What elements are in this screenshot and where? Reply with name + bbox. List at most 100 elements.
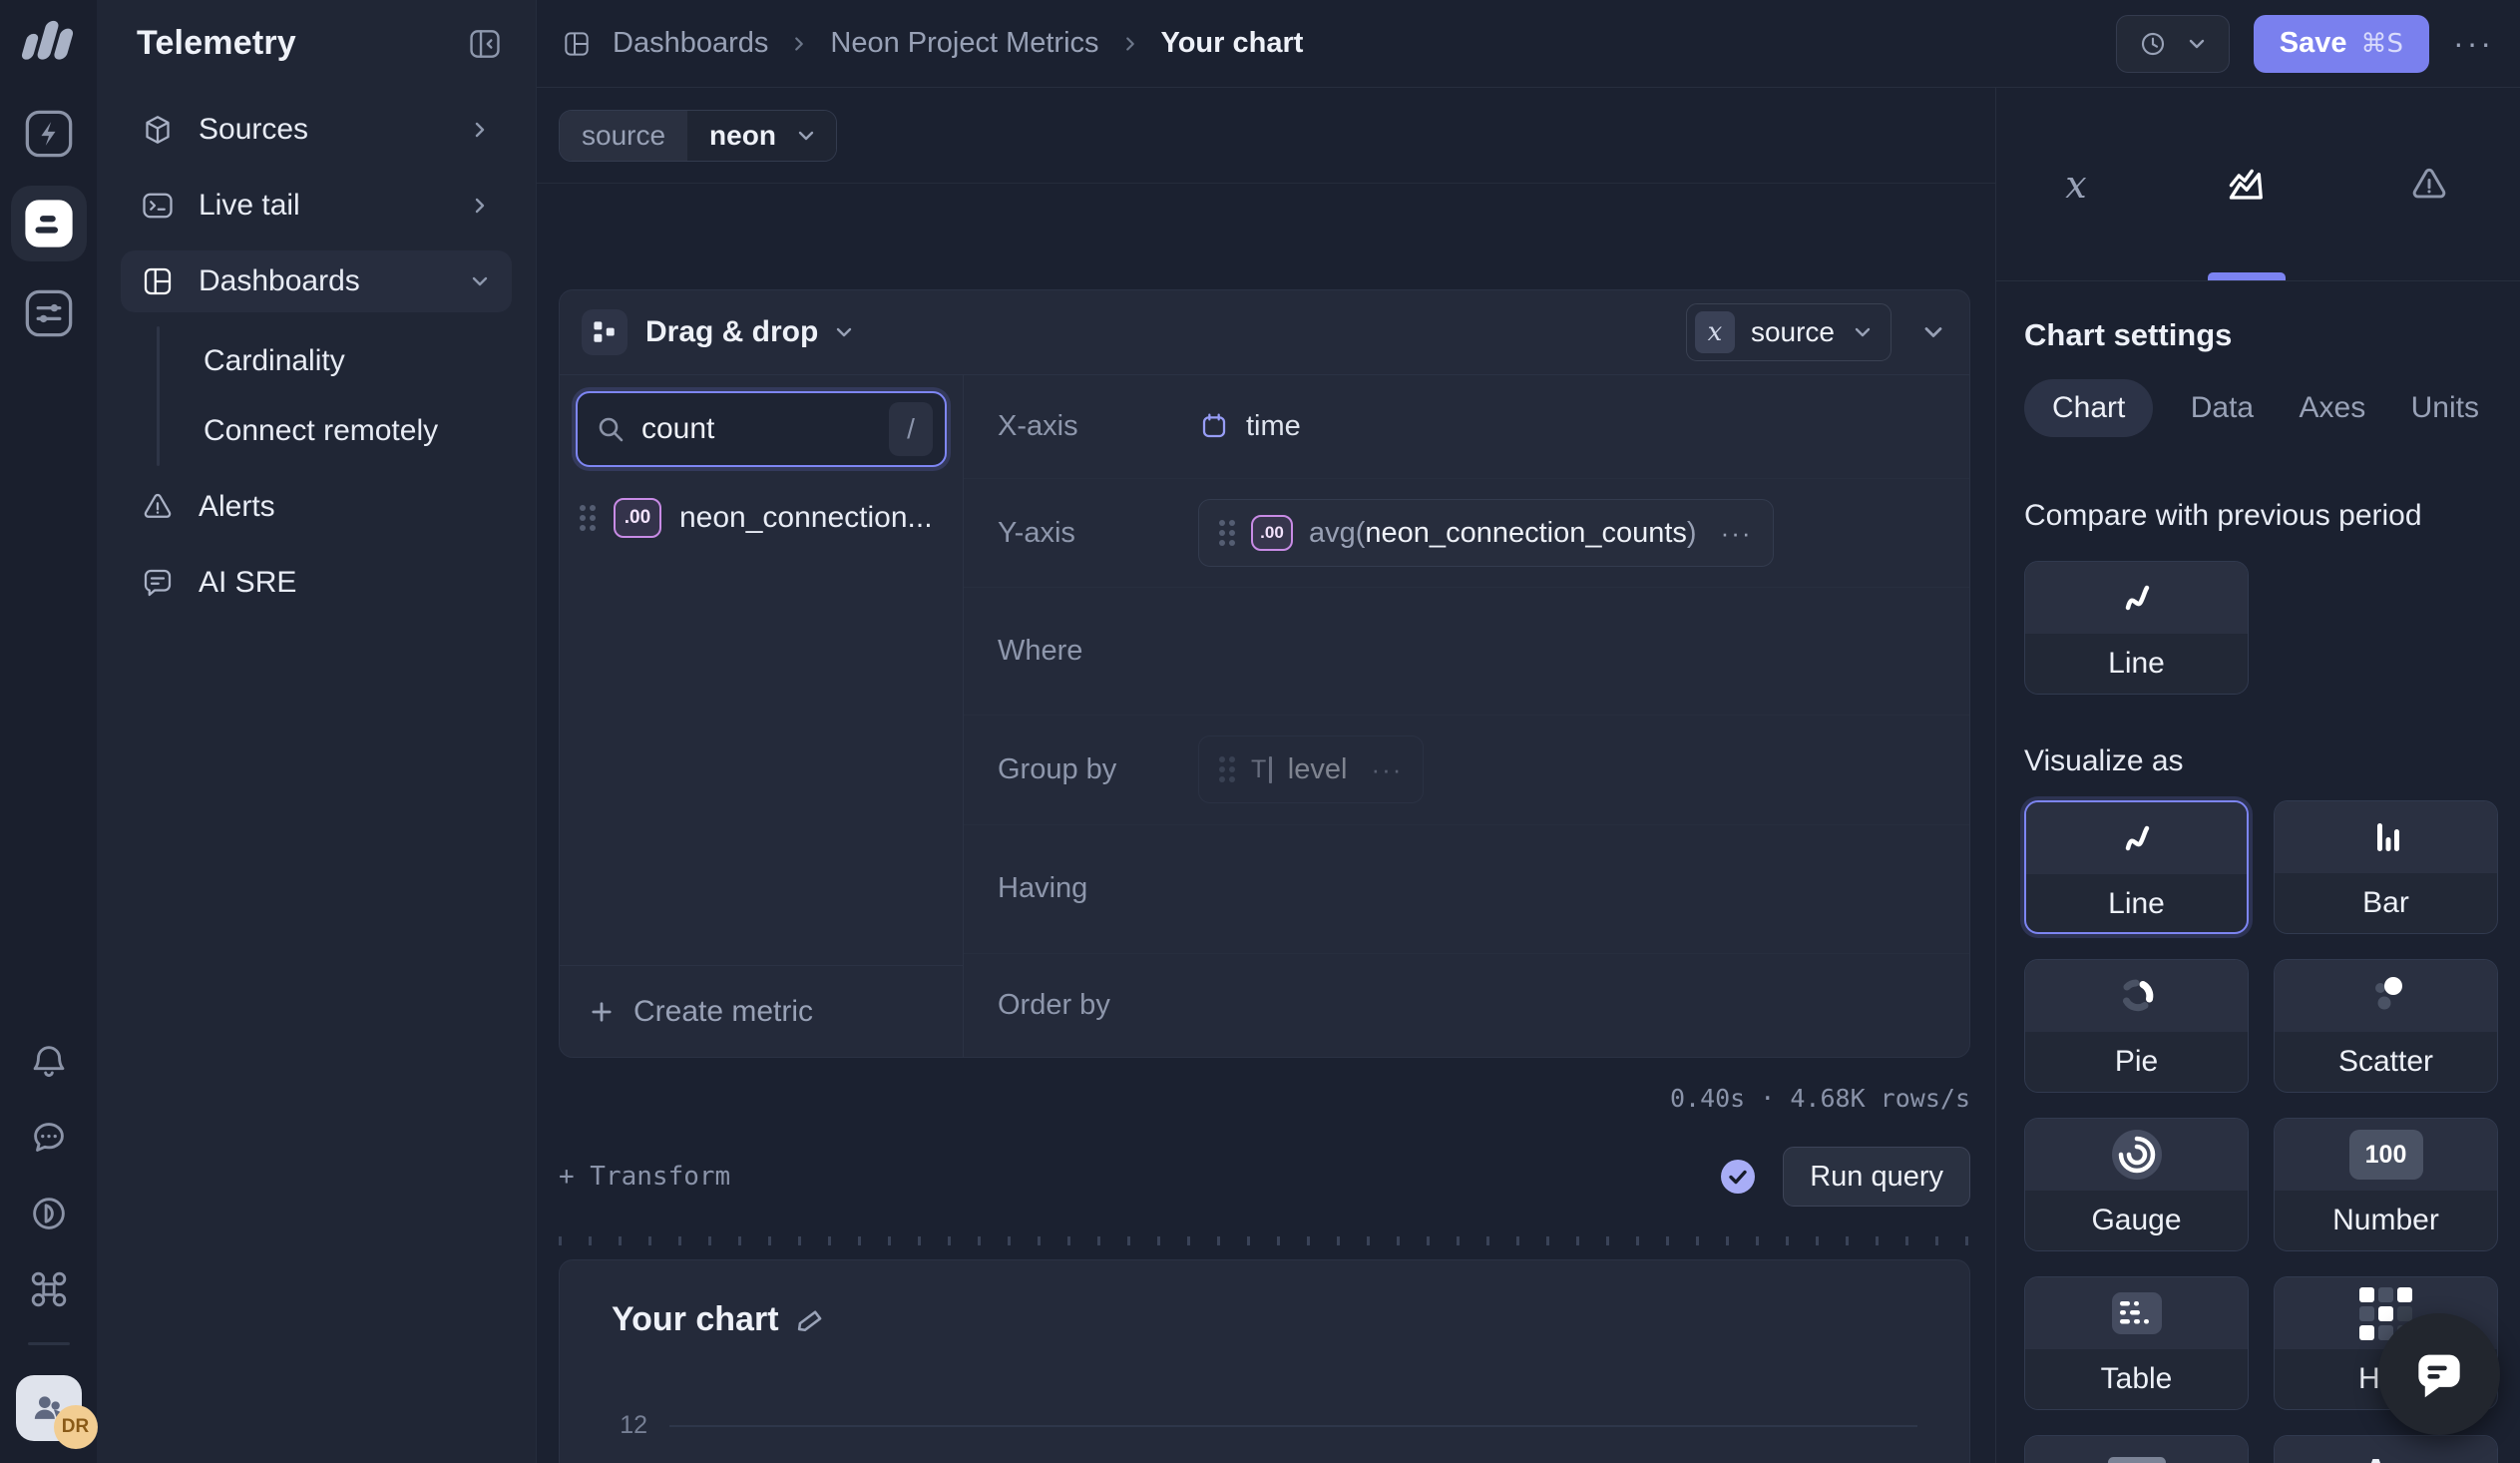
numeric-metric-badge: .00 bbox=[614, 498, 661, 538]
group-by-row: Group by T level ··· bbox=[964, 716, 1969, 825]
rail-divider bbox=[28, 1342, 70, 1345]
search-value: count bbox=[641, 412, 889, 446]
viz-card-bar[interactable]: Bar bbox=[2274, 800, 2498, 934]
y-axis-chip[interactable]: .00 avg(neon_connection_counts) ··· bbox=[1198, 499, 1774, 567]
query-clauses-column: X-axis time Y-axis bbox=[964, 375, 1969, 1057]
pie-chart-icon bbox=[2114, 973, 2160, 1019]
scatter-chart-icon bbox=[2363, 973, 2409, 1019]
breadcrumb-parent[interactable]: Neon Project Metrics bbox=[830, 27, 1098, 60]
drag-drop-icon bbox=[582, 309, 628, 355]
sidebar-item-ai-sre[interactable]: AI SRE bbox=[121, 552, 512, 614]
sidebar-item-live-tail[interactable]: Live tail bbox=[121, 175, 512, 237]
chevron-right-icon bbox=[468, 118, 492, 142]
command-icon[interactable] bbox=[26, 1266, 72, 1312]
chip-more-icon[interactable]: ··· bbox=[1721, 518, 1753, 549]
save-shortcut: ⌘S bbox=[2361, 29, 2404, 59]
search-icon bbox=[596, 414, 626, 444]
sliders-icon[interactable] bbox=[23, 287, 75, 339]
visualize-heading: Visualize as bbox=[2024, 744, 2495, 778]
chevron-right-icon bbox=[788, 33, 810, 55]
user-avatar[interactable]: DR bbox=[16, 1375, 82, 1441]
run-query-button[interactable]: Run query bbox=[1783, 1147, 1970, 1207]
compare-line-card[interactable]: Line bbox=[2024, 561, 2249, 695]
chart-settings-panel: x bbox=[1995, 88, 2520, 1463]
filter-key: source bbox=[560, 111, 687, 161]
viz-card-text-partial[interactable]: Aa bbox=[2274, 1435, 2498, 1463]
collapse-panel-chevron-icon[interactable] bbox=[1919, 318, 1947, 346]
query-builder-panel: Drag & drop x source bbox=[559, 289, 1970, 1058]
tab-units[interactable]: Units bbox=[2403, 379, 2487, 437]
create-metric-button[interactable]: Create metric bbox=[560, 965, 963, 1057]
calendar-icon bbox=[1198, 410, 1230, 442]
chip-more-icon[interactable]: ··· bbox=[1371, 754, 1403, 785]
topbar: Dashboards Neon Project Metrics Your cha… bbox=[537, 0, 2520, 88]
chevron-down-icon bbox=[2185, 32, 2209, 56]
drag-handle-icon[interactable] bbox=[580, 505, 596, 531]
logs-icon-active[interactable] bbox=[11, 186, 87, 261]
viz-card-pie[interactable]: Pie bbox=[2024, 959, 2249, 1093]
chevron-down-icon bbox=[832, 320, 856, 344]
viz-card-number[interactable]: 100 Number bbox=[2274, 1118, 2498, 1251]
viz-card-scatter[interactable]: Scatter bbox=[2274, 959, 2498, 1093]
order-by-row[interactable]: Order by bbox=[964, 954, 1969, 1057]
chat-dots-icon[interactable] bbox=[26, 1115, 72, 1161]
time-range-button[interactable] bbox=[2116, 15, 2230, 73]
chevron-down-icon bbox=[794, 124, 818, 148]
numeric-metric-badge: .00 bbox=[1251, 515, 1293, 551]
bell-icon[interactable] bbox=[26, 1039, 72, 1085]
settings-icon-tabs: x bbox=[1996, 88, 2520, 281]
sidebar-item-cardinality[interactable]: Cardinality bbox=[160, 326, 512, 396]
collapse-sidebar-icon[interactable] bbox=[466, 25, 504, 63]
viz-card-gauge[interactable]: Gauge bbox=[2024, 1118, 2249, 1251]
viz-card-statistic-partial[interactable] bbox=[2024, 1435, 2249, 1463]
drag-handle-icon[interactable] bbox=[1219, 520, 1235, 546]
breadcrumb-dashboards[interactable]: Dashboards bbox=[613, 27, 768, 60]
message-square-icon bbox=[139, 565, 177, 601]
text-aa-icon: Aa bbox=[2362, 1451, 2408, 1463]
sidebar-nav: Sources Live tail Dashboards bbox=[97, 73, 536, 628]
active-tab-indicator bbox=[2208, 272, 2286, 280]
source-filter-pill[interactable]: source neon bbox=[559, 110, 837, 162]
dashboards-subgroup: Cardinality Connect remotely bbox=[121, 326, 512, 466]
tab-axes[interactable]: Axes bbox=[2292, 379, 2374, 437]
sidebar-item-dashboards[interactable]: Dashboards bbox=[121, 250, 512, 312]
add-transform-button[interactable]: + Transform bbox=[559, 1162, 730, 1192]
group-by-chip[interactable]: T level ··· bbox=[1198, 735, 1424, 803]
builder-mode-label[interactable]: Drag & drop bbox=[645, 315, 818, 349]
tab-formula[interactable]: x bbox=[2065, 88, 2086, 280]
tab-warnings[interactable] bbox=[2407, 88, 2451, 280]
viz-card-table[interactable]: Table bbox=[2024, 1276, 2249, 1410]
drag-handle-icon[interactable] bbox=[1219, 756, 1235, 782]
chat-widget-button[interactable] bbox=[2378, 1313, 2500, 1435]
clock-icon bbox=[2137, 28, 2169, 60]
viz-card-line[interactable]: Line bbox=[2024, 800, 2249, 934]
source-select[interactable]: x source bbox=[1686, 303, 1891, 361]
plus-icon bbox=[588, 998, 616, 1026]
flash-icon[interactable] bbox=[23, 108, 75, 160]
tab-data[interactable]: Data bbox=[2183, 379, 2262, 437]
edit-pencil-icon[interactable] bbox=[797, 1306, 825, 1334]
package-icon bbox=[139, 112, 177, 148]
tab-chart-settings[interactable] bbox=[2225, 88, 2269, 280]
chart-title: Your chart bbox=[612, 1300, 779, 1339]
where-row[interactable]: Where bbox=[964, 588, 1969, 716]
gridline bbox=[669, 1425, 1917, 1427]
sidebar-item-connect-remotely[interactable]: Connect remotely bbox=[160, 396, 512, 466]
chat-bubble-icon bbox=[2408, 1343, 2470, 1405]
having-row[interactable]: Having bbox=[964, 825, 1969, 955]
slash-shortcut-badge: / bbox=[889, 402, 933, 456]
line-chart-icon bbox=[2115, 578, 2159, 618]
sidebar-item-alerts[interactable]: Alerts bbox=[121, 476, 512, 538]
settings-tab-bar: Chart Data Axes Units bbox=[2024, 379, 2495, 437]
metric-search-input[interactable]: count / bbox=[576, 391, 947, 467]
theme-contrast-icon[interactable] bbox=[26, 1191, 72, 1236]
more-menu-icon[interactable]: ··· bbox=[2453, 25, 2494, 62]
save-button[interactable]: Save ⌘S bbox=[2254, 15, 2429, 73]
metric-list-item[interactable]: .00 neon_connection... bbox=[580, 489, 947, 547]
terminal-icon bbox=[139, 188, 177, 224]
statistic-icon bbox=[2108, 1457, 2166, 1463]
tab-chart[interactable]: Chart bbox=[2024, 379, 2153, 437]
sidebar-item-sources[interactable]: Sources bbox=[121, 99, 512, 161]
warning-triangle-icon bbox=[2407, 163, 2451, 207]
chevron-down-icon bbox=[1851, 320, 1875, 344]
